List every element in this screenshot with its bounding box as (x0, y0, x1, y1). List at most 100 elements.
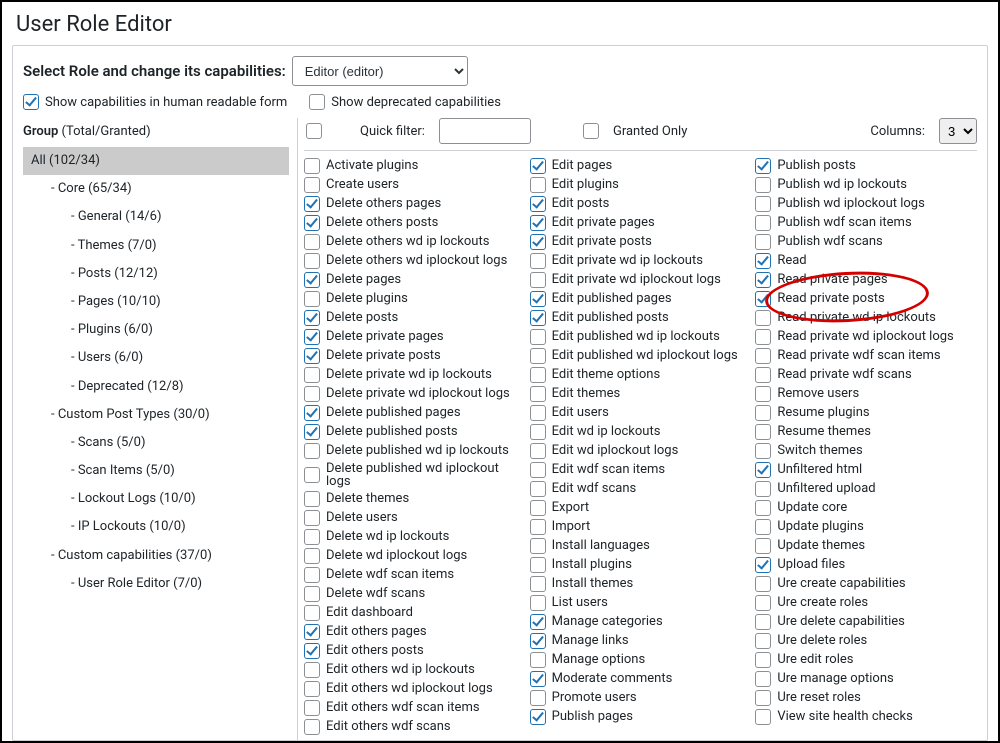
group-item[interactable]: - Scans (5/0) (23, 429, 289, 457)
capability-label[interactable]: Edit others wd ip lockouts (326, 663, 475, 676)
capability-label[interactable]: Delete private wd ip lockouts (326, 368, 492, 381)
capability-label[interactable]: Delete pages (326, 273, 401, 286)
capability-checkbox[interactable] (304, 681, 320, 697)
capability-checkbox[interactable] (755, 405, 771, 421)
capability-checkbox[interactable] (304, 272, 320, 288)
capability-checkbox[interactable] (530, 633, 546, 649)
group-item[interactable]: - Themes (7/0) (23, 232, 289, 260)
capability-checkbox[interactable] (755, 348, 771, 364)
capability-checkbox[interactable] (755, 158, 771, 174)
granted-only-label[interactable]: Granted Only (613, 124, 687, 139)
capability-checkbox[interactable] (530, 443, 546, 459)
capability-label[interactable]: Publish pages (552, 710, 633, 723)
capability-label[interactable]: Delete wdf scans (326, 587, 425, 600)
capability-checkbox[interactable] (530, 234, 546, 250)
group-item[interactable]: - Core (65/34) (23, 175, 289, 203)
capability-checkbox[interactable] (304, 310, 320, 326)
capability-label[interactable]: Edit published wd iplockout logs (552, 349, 738, 362)
capability-label[interactable]: Manage categories (552, 615, 663, 628)
capability-checkbox[interactable] (530, 519, 546, 535)
group-item[interactable]: - Lockout Logs (10/0) (23, 485, 289, 513)
capability-checkbox[interactable] (755, 690, 771, 706)
capability-label[interactable]: Delete plugins (326, 292, 408, 305)
group-item[interactable]: - Pages (10/10) (23, 288, 289, 316)
capability-checkbox[interactable] (530, 424, 546, 440)
capability-checkbox[interactable] (755, 709, 771, 725)
capability-checkbox[interactable] (530, 329, 546, 345)
columns-select[interactable]: 3 (939, 118, 977, 144)
capability-label[interactable]: Delete themes (326, 492, 409, 505)
capability-label[interactable]: Edit private wd ip lockouts (552, 254, 703, 267)
quick-filter-input[interactable] (439, 118, 531, 144)
capability-checkbox[interactable] (530, 500, 546, 516)
group-item[interactable]: - Custom capabilities (37/0) (23, 542, 289, 570)
capability-label[interactable]: Ure reset roles (777, 691, 861, 704)
capability-label[interactable]: Switch themes (777, 444, 862, 457)
capability-label[interactable]: Install languages (552, 539, 650, 552)
capability-label[interactable]: Delete published posts (326, 425, 458, 438)
role-select[interactable]: Editor (editor) (292, 56, 468, 86)
capability-checkbox[interactable] (530, 576, 546, 592)
capability-label[interactable]: Ure create capabilities (777, 577, 905, 590)
capability-checkbox[interactable] (304, 643, 320, 659)
capability-label[interactable]: Edit users (552, 406, 609, 419)
capability-label[interactable]: Ure manage options (777, 672, 893, 685)
capability-checkbox[interactable] (530, 196, 546, 212)
capability-checkbox[interactable] (304, 529, 320, 545)
capability-checkbox[interactable] (755, 291, 771, 307)
capability-checkbox[interactable] (304, 443, 320, 459)
capability-label[interactable]: Edit private wd iplockout logs (552, 273, 721, 286)
capability-checkbox[interactable] (755, 310, 771, 326)
capability-checkbox[interactable] (755, 576, 771, 592)
granted-only-checkbox[interactable] (583, 123, 599, 139)
capability-label[interactable]: Manage options (552, 653, 646, 666)
capability-label[interactable]: Read (777, 254, 806, 267)
capability-label[interactable]: Delete published wd ip lockouts (326, 444, 509, 457)
capability-label[interactable]: Edit others pages (326, 625, 427, 638)
capability-checkbox[interactable] (530, 595, 546, 611)
capability-checkbox[interactable] (755, 329, 771, 345)
capability-checkbox[interactable] (530, 386, 546, 402)
capability-checkbox[interactable] (304, 196, 320, 212)
group-item[interactable]: - Users (6/0) (23, 344, 289, 372)
capability-checkbox[interactable] (530, 557, 546, 573)
capability-label[interactable]: Read private pages (777, 273, 887, 286)
capability-label[interactable]: Delete wd iplockout logs (326, 549, 467, 562)
capability-label[interactable]: Ure delete roles (777, 634, 867, 647)
capability-checkbox[interactable] (304, 586, 320, 602)
capability-label[interactable]: Delete published pages (326, 406, 461, 419)
capability-checkbox[interactable] (304, 291, 320, 307)
capability-checkbox[interactable] (755, 177, 771, 193)
capability-checkbox[interactable] (530, 690, 546, 706)
capability-label[interactable]: Edit plugins (552, 178, 619, 191)
capability-checkbox[interactable] (304, 329, 320, 345)
capability-checkbox[interactable] (304, 567, 320, 583)
capability-label[interactable]: Activate plugins (326, 159, 418, 172)
show-deprecated-checkbox[interactable] (309, 94, 325, 110)
show-deprecated-label[interactable]: Show deprecated capabilities (331, 95, 501, 110)
capability-label[interactable]: Edit wd iplockout logs (552, 444, 679, 457)
capability-checkbox[interactable] (530, 348, 546, 364)
capability-label[interactable]: Publish wd ip lockouts (777, 178, 907, 191)
capability-checkbox[interactable] (755, 614, 771, 630)
capability-label[interactable]: Delete private posts (326, 349, 441, 362)
capability-checkbox[interactable] (304, 405, 320, 421)
capability-checkbox[interactable] (530, 272, 546, 288)
capability-checkbox[interactable] (530, 158, 546, 174)
capability-checkbox[interactable] (304, 624, 320, 640)
capability-checkbox[interactable] (530, 177, 546, 193)
capability-label[interactable]: Promote users (552, 691, 637, 704)
capability-checkbox[interactable] (304, 215, 320, 231)
capability-label[interactable]: Edit published pages (552, 292, 672, 305)
capability-checkbox[interactable] (755, 234, 771, 250)
capability-label[interactable]: Edit theme options (552, 368, 661, 381)
capability-checkbox[interactable] (755, 196, 771, 212)
capability-label[interactable]: Delete others wd iplockout logs (326, 254, 507, 267)
capability-label[interactable]: Update plugins (777, 520, 863, 533)
capability-checkbox[interactable] (755, 671, 771, 687)
capability-label[interactable]: Edit published posts (552, 311, 669, 324)
capability-checkbox[interactable] (304, 719, 320, 735)
group-item[interactable]: - Posts (12/12) (23, 260, 289, 288)
capability-label[interactable]: Ure create roles (777, 596, 868, 609)
capability-label[interactable]: Unfiltered upload (777, 482, 875, 495)
